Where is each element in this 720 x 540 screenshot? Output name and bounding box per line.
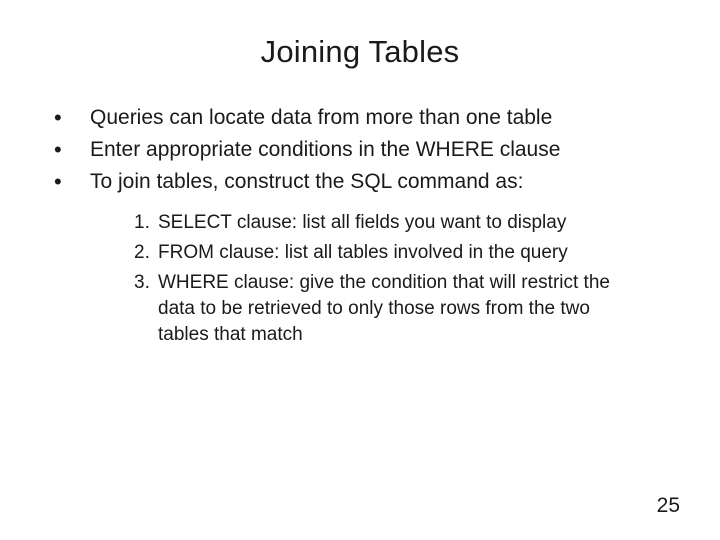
bullet-item: • To join tables, construct the SQL comm…	[54, 168, 680, 196]
page-number: 25	[657, 494, 680, 518]
numbered-item: 3. WHERE clause: give the condition that…	[134, 270, 630, 348]
slide-title: Joining Tables	[40, 34, 680, 70]
numbered-label: 2.	[134, 240, 158, 266]
bullet-dot-icon: •	[54, 104, 90, 132]
numbered-text: FROM clause: list all tables involved in…	[158, 240, 568, 266]
numbered-text: WHERE clause: give the condition that wi…	[158, 270, 630, 348]
bullet-dot-icon: •	[54, 136, 90, 164]
bullet-text: Enter appropriate conditions in the WHER…	[90, 136, 560, 164]
numbered-label: 3.	[134, 270, 158, 296]
bullet-item: • Queries can locate data from more than…	[54, 104, 680, 132]
bullet-text: To join tables, construct the SQL comman…	[90, 168, 523, 196]
bullet-dot-icon: •	[54, 168, 90, 196]
bullet-text: Queries can locate data from more than o…	[90, 104, 552, 132]
numbered-list: 1. SELECT clause: list all fields you wa…	[134, 210, 630, 348]
numbered-item: 2. FROM clause: list all tables involved…	[134, 240, 630, 266]
numbered-text: SELECT clause: list all fields you want …	[158, 210, 566, 236]
numbered-label: 1.	[134, 210, 158, 236]
bullet-item: • Enter appropriate conditions in the WH…	[54, 136, 680, 164]
numbered-item: 1. SELECT clause: list all fields you wa…	[134, 210, 630, 236]
bullet-list: • Queries can locate data from more than…	[54, 104, 680, 196]
slide: Joining Tables • Queries can locate data…	[0, 0, 720, 540]
